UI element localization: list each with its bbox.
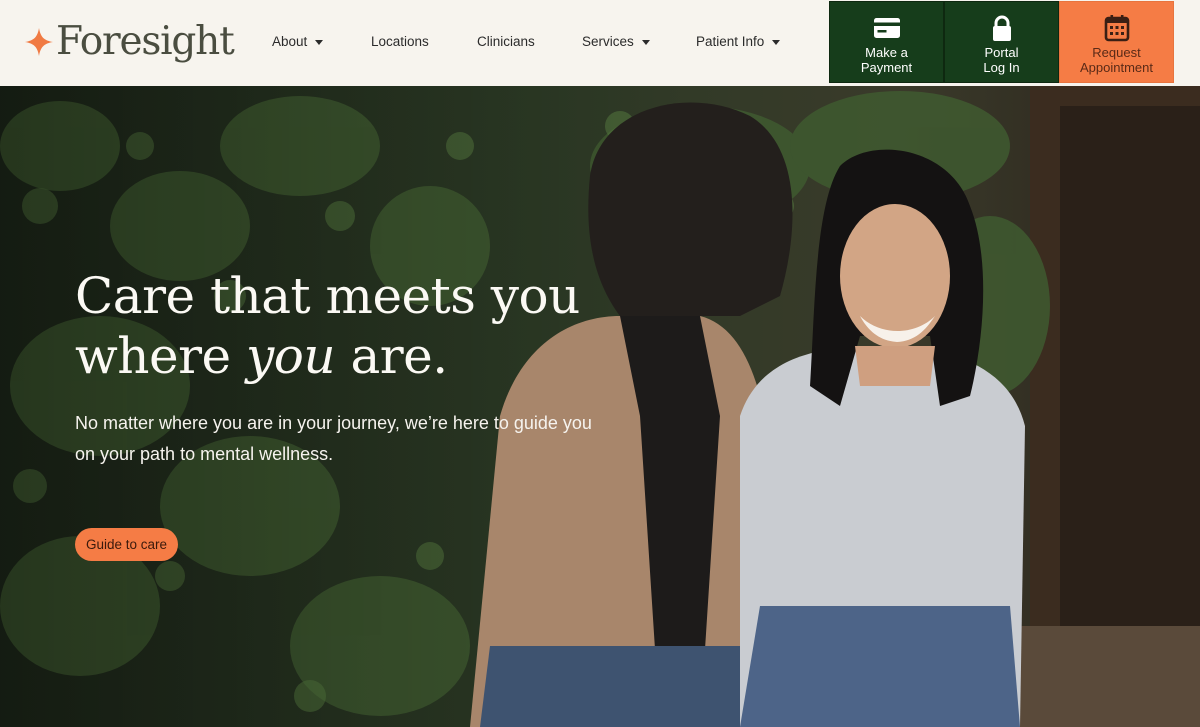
- hero-subtitle: No matter where you are in your journey,…: [75, 413, 592, 464]
- credit-card-icon: [873, 18, 900, 38]
- site-header: Foresight About Locations Clinicians Ser…: [0, 0, 1200, 86]
- hero-title-line2-pre: where: [75, 327, 246, 385]
- chevron-down-icon: [641, 39, 650, 45]
- portal-login-button[interactable]: Portal Log In: [944, 1, 1059, 83]
- make-payment-line1: Make a: [865, 45, 908, 60]
- nav-clinicians[interactable]: Clinicians: [477, 34, 535, 49]
- logo-text: Foresight: [56, 19, 235, 64]
- nav-services-label: Services: [582, 34, 634, 49]
- nav-locations[interactable]: Locations: [371, 34, 429, 49]
- nav-locations-label: Locations: [371, 34, 429, 49]
- hero-title: Care that meets you where you are.: [75, 266, 635, 386]
- sparkle-star-icon: [25, 28, 53, 56]
- request-appointment-line2: Appointment: [1080, 59, 1153, 75]
- portal-login-line1: Portal: [984, 45, 1019, 60]
- make-payment-line2: Payment: [860, 59, 913, 75]
- chevron-down-icon: [772, 39, 781, 45]
- nav-services[interactable]: Services: [582, 34, 650, 49]
- nav-about[interactable]: About: [272, 34, 324, 49]
- hero-title-line1: Care that meets you: [75, 267, 580, 325]
- lock-icon: [992, 15, 1011, 41]
- request-appointment-line1: Request: [1092, 45, 1141, 60]
- logo[interactable]: Foresight: [24, 19, 235, 64]
- hero-title-line2-em: you: [245, 327, 336, 385]
- portal-login-line2: Log In: [983, 59, 1020, 75]
- nav-clinicians-label: Clinicians: [477, 34, 535, 49]
- hero-section: Care that meets you where you are. No ma…: [0, 86, 1200, 727]
- header-actions: Make a Payment Portal Log In Request App…: [829, 1, 1174, 83]
- request-appointment-button[interactable]: Request Appointment: [1059, 1, 1174, 83]
- hero-title-line2-post: are.: [335, 327, 448, 385]
- guide-to-care-button[interactable]: Guide to care: [75, 528, 179, 561]
- hero-copy: Care that meets you where you are. No ma…: [75, 266, 635, 470]
- nav-patient-info[interactable]: Patient Info: [696, 34, 781, 49]
- nav-patient-info-label: Patient Info: [696, 34, 765, 49]
- chevron-down-icon: [315, 39, 324, 45]
- nav-about-label: About: [272, 34, 308, 49]
- make-payment-button[interactable]: Make a Payment: [829, 1, 944, 83]
- calendar-icon: [1104, 15, 1129, 42]
